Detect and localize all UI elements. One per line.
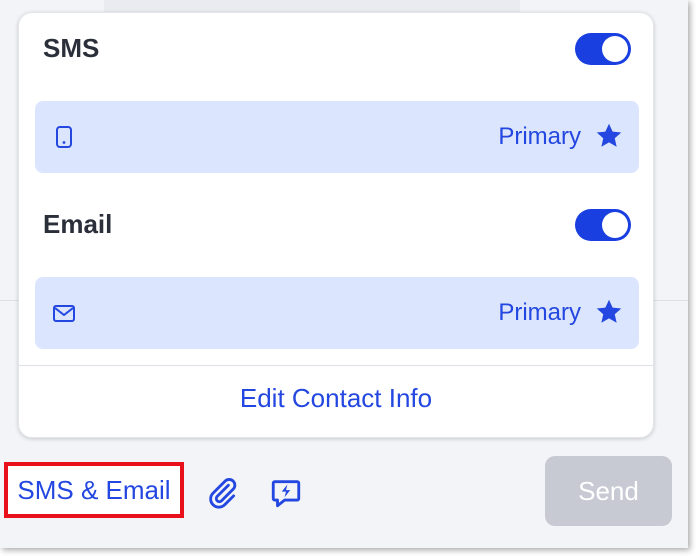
email-toggle[interactable]	[575, 209, 631, 241]
toggle-knob	[602, 212, 628, 238]
toggle-knob	[602, 36, 628, 62]
email-contact-row[interactable]: Primary	[35, 277, 639, 349]
background-strip	[104, 0, 520, 12]
channel-select-button[interactable]: SMS & Email	[4, 462, 184, 518]
popover-divider	[19, 365, 653, 366]
envelope-icon	[53, 305, 75, 322]
composer-toolbar: SMS & Email Send	[0, 446, 688, 546]
sms-toggle[interactable]	[575, 33, 631, 65]
email-section-title: Email	[43, 209, 113, 239]
paperclip-icon[interactable]	[204, 476, 240, 510]
channel-popover: SMS Primary Email Primary Edit Contact I…	[18, 12, 654, 438]
edit-contact-info-link[interactable]: Edit Contact Info	[19, 383, 653, 414]
phone-icon	[56, 126, 72, 148]
lightning-chat-icon[interactable]	[268, 476, 304, 510]
sms-section-title: SMS	[43, 33, 100, 63]
email-primary-label: Primary	[498, 299, 581, 326]
sms-contact-row[interactable]: Primary	[35, 101, 639, 173]
sms-primary-label: Primary	[498, 123, 581, 150]
send-button[interactable]: Send	[545, 456, 672, 526]
app-frame: SMS Primary Email Primary Edit Contact I…	[0, 0, 688, 548]
star-icon[interactable]	[593, 297, 625, 327]
star-icon[interactable]	[593, 121, 625, 151]
